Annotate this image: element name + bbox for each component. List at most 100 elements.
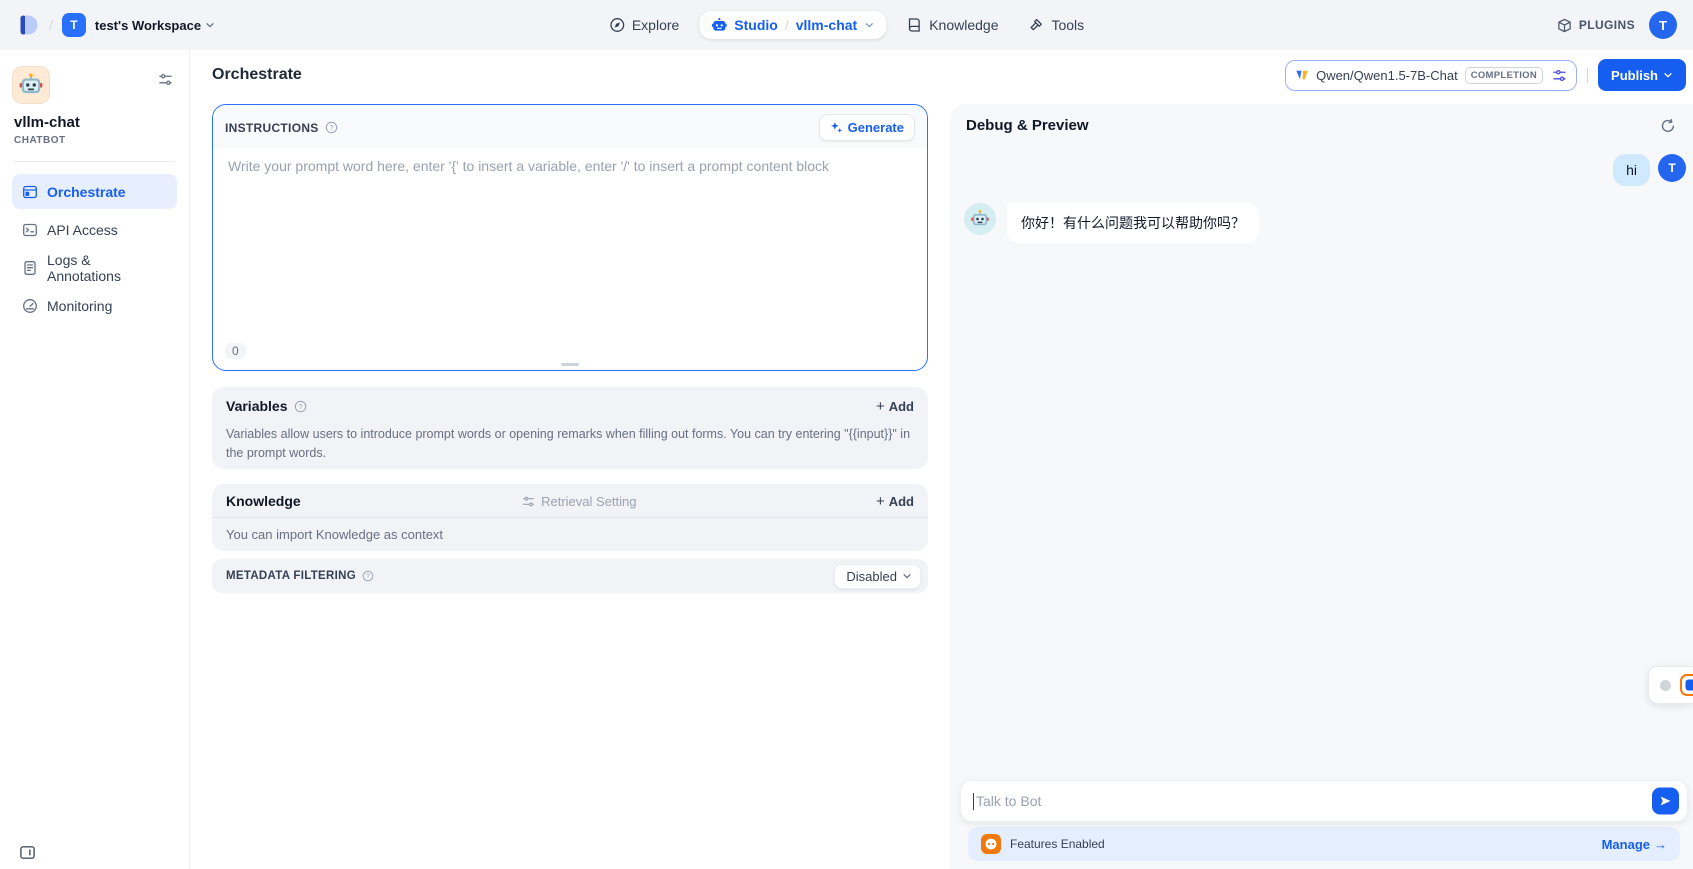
variables-description: Variables allow users to introduce promp…: [226, 425, 914, 463]
metadata-filtering-value: Disabled: [846, 569, 897, 584]
workspace-name: test's Workspace: [95, 18, 201, 33]
app-icon[interactable]: [12, 66, 50, 104]
gauge-icon: [22, 298, 38, 314]
model-name: Qwen/Qwen1.5-7B-Chat: [1316, 68, 1458, 83]
top-nav: / T test's Workspace Explore Studio / vl…: [0, 0, 1693, 50]
generate-button[interactable]: Generate: [819, 114, 915, 141]
user-avatar[interactable]: T: [1649, 11, 1677, 39]
prompt-editor[interactable]: Write your prompt word here, enter '{' t…: [213, 148, 927, 318]
divider: [1587, 68, 1588, 83]
chevron-down-icon: [902, 571, 912, 581]
help-icon[interactable]: ?: [325, 121, 338, 134]
model-selector[interactable]: Qwen/Qwen1.5-7B-Chat COMPLETION: [1285, 60, 1577, 91]
instructions-header: INSTRUCTIONS ? Generate: [213, 105, 927, 148]
workspace-avatar[interactable]: T: [62, 13, 86, 37]
add-knowledge-button[interactable]: + Add: [876, 494, 914, 509]
restart-conversation-icon[interactable]: [1660, 118, 1676, 134]
help-icon[interactable]: ?: [294, 400, 307, 413]
sidebar-item-label: Orchestrate: [47, 184, 126, 200]
nav-separator: /: [785, 17, 789, 33]
nav-label: Knowledge: [929, 17, 998, 33]
header-actions: Qwen/Qwen1.5-7B-Chat COMPLETION Publish: [1285, 59, 1686, 91]
add-label: Add: [889, 399, 914, 414]
nav-separator: /: [49, 17, 53, 33]
floating-widget: [1648, 666, 1693, 704]
sidebar-item-api-access[interactable]: API Access: [12, 212, 177, 247]
sidebar-item-logs-annotations[interactable]: Logs & Annotations: [12, 250, 177, 285]
resize-handle[interactable]: [561, 363, 579, 366]
variables-panel: Variables ? + Add Variables allow users …: [212, 387, 928, 469]
knowledge-title: Knowledge: [226, 493, 301, 509]
dify-logo[interactable]: [16, 13, 40, 37]
debug-title: Debug & Preview: [966, 117, 1089, 134]
plugins-button[interactable]: PLUGINS: [1557, 18, 1635, 33]
divider: [14, 161, 175, 162]
bot-chat-avatar: [964, 203, 996, 235]
add-label: Add: [889, 494, 914, 509]
app-operations-icon[interactable]: [158, 72, 173, 87]
workspace-switcher[interactable]: test's Workspace: [95, 18, 215, 33]
prompt-placeholder: Write your prompt word here, enter '{' t…: [228, 158, 829, 174]
sidebar-item-orchestrate[interactable]: Orchestrate: [12, 174, 177, 209]
chevron-down-icon[interactable]: [864, 20, 874, 30]
user-message-bubble: hi: [1613, 154, 1650, 186]
nav-left: / T test's Workspace: [16, 13, 215, 37]
metadata-filtering-select[interactable]: Disabled: [834, 564, 921, 589]
orchestrate-config: INSTRUCTIONS ? Generate Write your promp…: [212, 104, 928, 593]
manage-label: Manage: [1602, 837, 1650, 852]
publish-label: Publish: [1611, 68, 1658, 83]
retrieval-setting-label: Retrieval Setting: [541, 494, 636, 509]
dify-mini-icon[interactable]: [1680, 674, 1693, 696]
sidebar-nav: Orchestrate API Access Logs & Annotation…: [12, 174, 177, 323]
arrow-right-icon: →: [1654, 837, 1667, 852]
app-sidebar: vllm-chat CHATBOT Orchestrate API Access…: [0, 50, 190, 869]
terminal-icon: [22, 222, 38, 238]
char-count: 0: [225, 343, 246, 359]
sidebar-item-label: Monitoring: [47, 298, 112, 314]
publish-button[interactable]: Publish: [1598, 59, 1686, 91]
drag-dot[interactable]: [1660, 680, 1671, 691]
sidebar-item-monitoring[interactable]: Monitoring: [12, 288, 177, 323]
nav-item-tools[interactable]: Tools: [1018, 10, 1094, 40]
hammer-icon: [1028, 17, 1044, 33]
nav-label-studio: Studio: [734, 17, 778, 33]
metadata-filtering-row: METADATA FILTERING ? Disabled: [212, 559, 928, 593]
bot-message-bubble: 你好！有什么问题我可以帮助你吗？: [1007, 203, 1259, 243]
knowledge-panel: Knowledge Retrieval Setting + Add You ca…: [212, 484, 928, 551]
book-icon: [906, 17, 922, 33]
plugins-label: PLUGINS: [1579, 18, 1635, 32]
chevron-down-icon: [1663, 70, 1673, 80]
window-grid-icon: [22, 184, 38, 200]
plus-icon: +: [876, 494, 885, 509]
knowledge-header: Knowledge Retrieval Setting + Add: [212, 484, 928, 517]
nav-item-explore[interactable]: Explore: [599, 10, 689, 40]
retrieval-setting-button[interactable]: Retrieval Setting: [522, 494, 636, 509]
explore-icon: [609, 17, 625, 33]
variables-title: Variables: [226, 398, 288, 414]
user-chat-avatar: T: [1658, 154, 1686, 182]
manage-features-link[interactable]: Manage →: [1602, 837, 1667, 852]
nav-right: PLUGINS T: [1557, 11, 1677, 39]
metadata-filtering-title: METADATA FILTERING: [226, 570, 356, 582]
debug-header: Debug & Preview: [950, 104, 1693, 144]
plus-icon: +: [876, 399, 885, 414]
svg-text:?: ?: [298, 403, 302, 410]
add-variable-button[interactable]: + Add: [876, 399, 914, 414]
chat-input[interactable]: Talk to Bot: [960, 780, 1688, 822]
generate-label: Generate: [848, 120, 904, 135]
document-list-icon: [22, 260, 38, 276]
sidebar-item-label: API Access: [47, 222, 118, 238]
instructions-panel: INSTRUCTIONS ? Generate Write your promp…: [212, 104, 928, 371]
features-icon: [981, 834, 1001, 854]
sidebar-collapse-icon[interactable]: [19, 844, 36, 861]
nav-item-knowledge[interactable]: Knowledge: [896, 10, 1008, 40]
nav-item-studio-active[interactable]: Studio / vllm-chat: [699, 11, 886, 39]
sidebar-item-label: Logs & Annotations: [47, 252, 167, 284]
app-type-badge: CHATBOT: [14, 135, 175, 146]
model-params-icon[interactable]: [1552, 68, 1567, 83]
svg-text:?: ?: [329, 125, 333, 132]
main-header: Orchestrate Qwen/Qwen1.5-7B-Chat COMPLET…: [190, 50, 1693, 100]
chat-message-assistant: 你好！有什么问题我可以帮助你吗？: [950, 186, 1693, 243]
help-icon[interactable]: ?: [362, 570, 374, 582]
send-button[interactable]: [1652, 788, 1679, 815]
